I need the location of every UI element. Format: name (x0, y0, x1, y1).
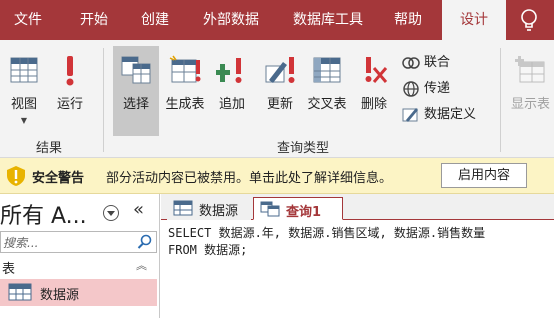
nav-search-placeholder: 搜索... (3, 236, 39, 250)
doc-tab-label: 数据源 (199, 204, 239, 219)
make-table-icon (169, 55, 201, 83)
query-icon (260, 201, 280, 217)
data-definition-icon (402, 108, 418, 122)
globe-icon (403, 81, 419, 97)
results-group-label: 结果 (35, 141, 62, 156)
datasheet-view-icon (10, 57, 38, 83)
lightbulb-icon[interactable] (518, 8, 540, 32)
enable-content-button[interactable]: 启用内容 (441, 163, 527, 188)
select-query-button[interactable]: 选择 (113, 46, 159, 136)
view-button[interactable]: 视图 ▼ (4, 46, 44, 136)
show-table-button[interactable]: 显示表 (507, 46, 554, 136)
security-warning-title: 安全警告 (32, 171, 85, 186)
security-warning-bar: 安全警告 部分活动内容已被禁用。单击此处了解详细信息。 启用内容 (0, 158, 554, 194)
doc-tab-label: 查询1 (286, 205, 322, 220)
chevron-up-icon[interactable]: ︽ (136, 257, 147, 273)
crosstab-icon (313, 57, 341, 83)
ribbon: 视图 ▼ 运行 结果 选择 生成表 追加 更新 交叉表 删除 联合 传递 数据定… (0, 40, 554, 158)
ribbon-tab-bar: 文件 开始 创建 外部数据 数据库工具 帮助 设计 (0, 0, 554, 40)
navigation-pane: 所有 A... « 搜索... 表 ︽ 数据源 (0, 194, 160, 318)
show-table-icon (514, 56, 544, 83)
select-query-icon (121, 56, 151, 84)
doc-tab-query1[interactable]: 查询1 (253, 197, 343, 220)
query-type-group-label: 查询类型 (276, 141, 329, 156)
update-pencil-icon (265, 57, 295, 83)
table-icon (173, 200, 193, 216)
group-separator (103, 48, 104, 152)
tab-help[interactable]: 帮助 (384, 0, 432, 40)
run-exclamation-icon (66, 56, 74, 86)
tab-external-data[interactable]: 外部数据 (192, 0, 270, 40)
nav-item-label: 数据源 (40, 288, 80, 303)
nav-pane-title[interactable]: 所有 A... (0, 198, 87, 230)
union-rings-icon (402, 57, 420, 69)
document-tab-bar: 数据源 查询1 (161, 194, 554, 220)
nav-group-label: 表 (2, 262, 16, 277)
tab-database-tools[interactable]: 数据库工具 (282, 0, 374, 40)
run-button[interactable]: 运行 (50, 46, 90, 136)
tab-home[interactable]: 开始 (68, 0, 120, 40)
append-plus-icon (216, 58, 242, 83)
tab-create[interactable]: 创建 (130, 0, 180, 40)
tab-design[interactable]: 设计 (442, 0, 506, 40)
sql-editor[interactable]: SELECT 数据源.年, 数据源.销售区域, 数据源.销售数量 FROM 数据… (168, 225, 548, 315)
table-icon (8, 283, 32, 301)
group-separator (500, 48, 501, 152)
nav-pane-dropdown-icon[interactable] (103, 205, 119, 221)
view-dropdown-icon: ▼ (20, 116, 28, 125)
append-button[interactable]: 追加 (212, 46, 252, 136)
update-button[interactable]: 更新 (260, 46, 300, 136)
doc-tab-datasource[interactable]: 数据源 (167, 197, 251, 220)
warning-shield-icon (7, 166, 25, 186)
crosstab-button[interactable]: 交叉表 (303, 46, 351, 136)
nav-item-table[interactable]: 数据源 (0, 279, 157, 306)
delete-x-icon (365, 57, 388, 83)
security-warning-message[interactable]: 部分活动内容已被禁用。单击此处了解详细信息。 (106, 167, 392, 186)
tab-file[interactable]: 文件 (0, 0, 56, 40)
search-icon[interactable] (137, 234, 153, 250)
make-table-button[interactable]: 生成表 (162, 46, 208, 136)
delete-button[interactable]: 删除 (355, 46, 393, 136)
nav-search-input[interactable]: 搜索... (0, 231, 157, 253)
nav-pane-collapse-button[interactable]: « (133, 199, 144, 220)
nav-group-tables[interactable]: 表 ︽ (0, 257, 157, 277)
